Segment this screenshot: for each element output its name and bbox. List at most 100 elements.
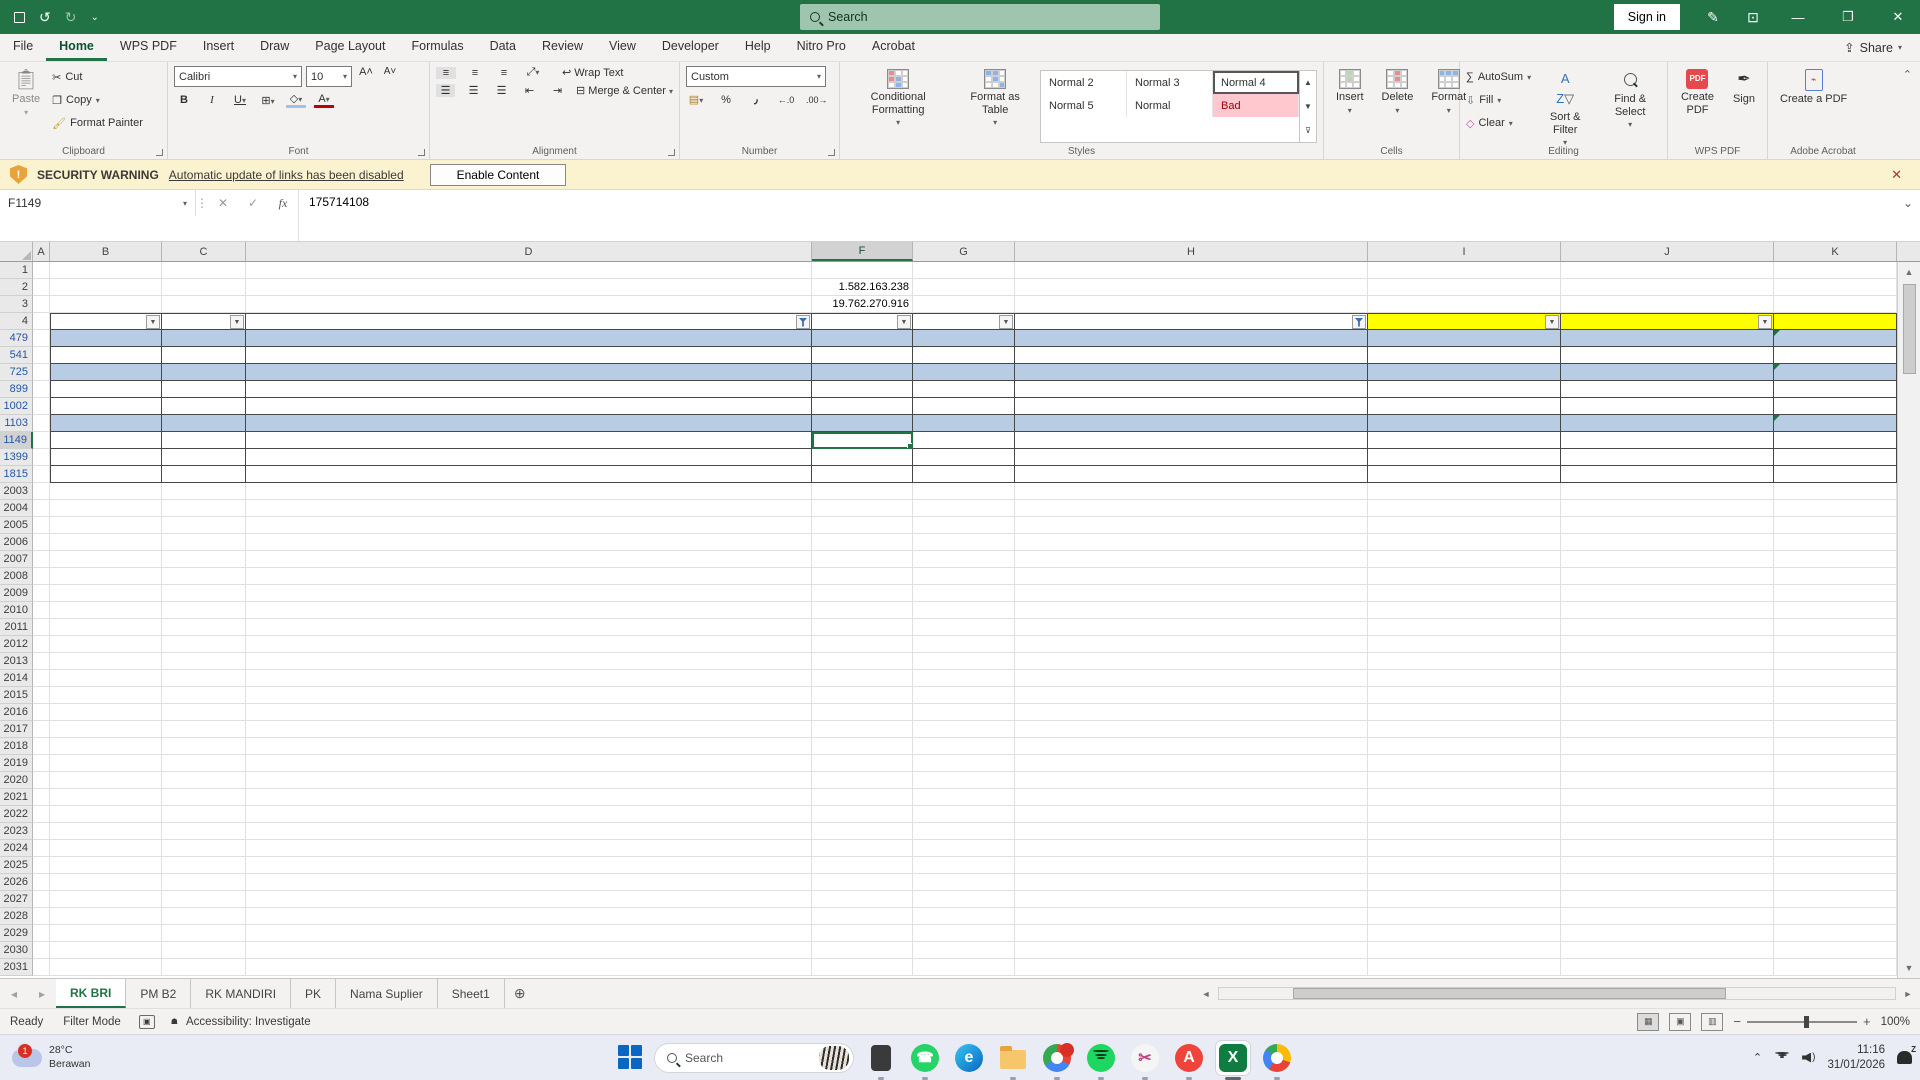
cell-B2013[interactable] xyxy=(50,653,162,670)
cell-I2007[interactable] xyxy=(1368,551,1561,568)
cell-G2020[interactable] xyxy=(913,772,1015,789)
cell-A2024[interactable] xyxy=(33,840,50,857)
cell-J2026[interactable] xyxy=(1561,874,1774,891)
dark-app-icon[interactable] xyxy=(864,1041,898,1075)
header-blank[interactable]: ▼ xyxy=(162,313,246,330)
cell-C2015[interactable] xyxy=(162,687,246,704)
namebox-dropdown-icon[interactable]: ▾ xyxy=(183,199,187,208)
cell-I1[interactable] xyxy=(1368,262,1561,279)
cell-faktur-1103[interactable] xyxy=(1774,415,1897,432)
spotify-icon[interactable] xyxy=(1084,1041,1118,1075)
underline-icon[interactable]: U▾ xyxy=(230,94,250,106)
cell-H2026[interactable] xyxy=(1015,874,1368,891)
cell-K2[interactable] xyxy=(1774,279,1897,296)
cell-kode-541[interactable] xyxy=(162,347,246,364)
cell-I2006[interactable] xyxy=(1368,534,1561,551)
expand-formula-bar-icon[interactable]: ⌄ xyxy=(1896,190,1920,216)
snipping-tool-icon[interactable]: ✂︎ xyxy=(1128,1041,1162,1075)
cell-C2029[interactable] xyxy=(162,925,246,942)
horizontal-scroll-track[interactable] xyxy=(1218,987,1896,1000)
cell-B2029[interactable] xyxy=(50,925,162,942)
alignment-dialog-launcher[interactable] xyxy=(668,149,675,156)
cell-J2004[interactable] xyxy=(1561,500,1774,517)
row-header-2014[interactable]: 2014 xyxy=(0,670,33,687)
cell-uraian-1149[interactable] xyxy=(246,432,812,449)
cell-K2017[interactable] xyxy=(1774,721,1897,738)
whatsapp-icon[interactable]: ☎︎ xyxy=(908,1041,942,1075)
header-keterangan[interactable] xyxy=(1015,313,1368,330)
sheet-tab-pk[interactable]: PK xyxy=(291,979,336,1008)
cell-C2016[interactable] xyxy=(162,704,246,721)
redo-icon[interactable]: ↻ xyxy=(65,9,77,26)
cell-K2009[interactable] xyxy=(1774,585,1897,602)
cell-faktur-479[interactable] xyxy=(1774,330,1897,347)
cell-J2030[interactable] xyxy=(1561,942,1774,959)
cell-K2008[interactable] xyxy=(1774,568,1897,585)
header-akun[interactable]: ▼ xyxy=(1368,313,1561,330)
cell-G2009[interactable] xyxy=(913,585,1015,602)
cell-H2024[interactable] xyxy=(1015,840,1368,857)
cell-G3[interactable] xyxy=(913,296,1015,313)
increase-decimal-icon[interactable]: ←.0 xyxy=(776,95,796,105)
cell-J2018[interactable] xyxy=(1561,738,1774,755)
clipboard-dialog-launcher[interactable] xyxy=(156,149,163,156)
menu-tab-file[interactable]: File xyxy=(0,34,46,61)
cell-J2006[interactable] xyxy=(1561,534,1774,551)
cell-A725[interactable] xyxy=(33,364,50,381)
cell-D2021[interactable] xyxy=(246,789,812,806)
cell-A2031[interactable] xyxy=(33,959,50,976)
cell-F2005[interactable] xyxy=(812,517,913,534)
share-button[interactable]: ⇪ Share ▾ xyxy=(1844,40,1902,55)
wifi-icon[interactable] xyxy=(1774,1052,1790,1064)
cell-I2027[interactable] xyxy=(1368,891,1561,908)
cell-C2009[interactable] xyxy=(162,585,246,602)
cell-D2003[interactable] xyxy=(246,483,812,500)
cell-B2009[interactable] xyxy=(50,585,162,602)
cell-B2006[interactable] xyxy=(50,534,162,551)
cell-G2008[interactable] xyxy=(913,568,1015,585)
zoom-slider[interactable]: − + xyxy=(1733,1014,1870,1029)
cell-B2031[interactable] xyxy=(50,959,162,976)
decrease-decimal-icon[interactable]: .00→ xyxy=(806,95,826,105)
cell-kode-1002[interactable] xyxy=(162,398,246,415)
zoom-out-icon[interactable]: − xyxy=(1733,1014,1741,1029)
cell-K2015[interactable] xyxy=(1774,687,1897,704)
start-button[interactable] xyxy=(618,1045,644,1071)
cell-I2003[interactable] xyxy=(1368,483,1561,500)
cell-H2004[interactable] xyxy=(1015,500,1368,517)
cell-kode-725[interactable] xyxy=(162,364,246,381)
menu-tab-page-layout[interactable]: Page Layout xyxy=(302,34,398,61)
cell-A2010[interactable] xyxy=(33,602,50,619)
row-header-2020[interactable]: 2020 xyxy=(0,772,33,789)
cell-A2025[interactable] xyxy=(33,857,50,874)
cell-B2[interactable] xyxy=(50,279,162,296)
cell-J2022[interactable] xyxy=(1561,806,1774,823)
cell-F2004[interactable] xyxy=(812,500,913,517)
cell-F2031[interactable] xyxy=(812,959,913,976)
cell-kode-1815[interactable] xyxy=(162,466,246,483)
cell-faktur-1815[interactable] xyxy=(1774,466,1897,483)
cell-akun-899[interactable] xyxy=(1368,381,1561,398)
horizontal-scrollbar[interactable]: ◄ ► xyxy=(1194,979,1920,1008)
cell-F2012[interactable] xyxy=(812,636,913,653)
cell-F2026[interactable] xyxy=(812,874,913,891)
cell-H2[interactable] xyxy=(1015,279,1368,296)
cell-C2030[interactable] xyxy=(162,942,246,959)
column-header-D[interactable]: D xyxy=(246,242,812,261)
cell-F2009[interactable] xyxy=(812,585,913,602)
accounting-format-icon[interactable]: ▤▾ xyxy=(686,93,706,106)
cell-D2005[interactable] xyxy=(246,517,812,534)
cell-B2020[interactable] xyxy=(50,772,162,789)
cell-B2004[interactable] xyxy=(50,500,162,517)
cell-D2022[interactable] xyxy=(246,806,812,823)
cell-H2027[interactable] xyxy=(1015,891,1368,908)
menu-tab-developer[interactable]: Developer xyxy=(649,34,732,61)
cell-G2003[interactable] xyxy=(913,483,1015,500)
cell-kredit-1399[interactable] xyxy=(812,449,913,466)
row-header-1103[interactable]: 1103 xyxy=(0,415,33,432)
row-header-1149[interactable]: 1149 xyxy=(0,432,33,449)
cell-H2028[interactable] xyxy=(1015,908,1368,925)
cell-D2006[interactable] xyxy=(246,534,812,551)
cell-style-normal-2[interactable]: Normal 2 xyxy=(1041,71,1127,94)
cell-C2004[interactable] xyxy=(162,500,246,517)
